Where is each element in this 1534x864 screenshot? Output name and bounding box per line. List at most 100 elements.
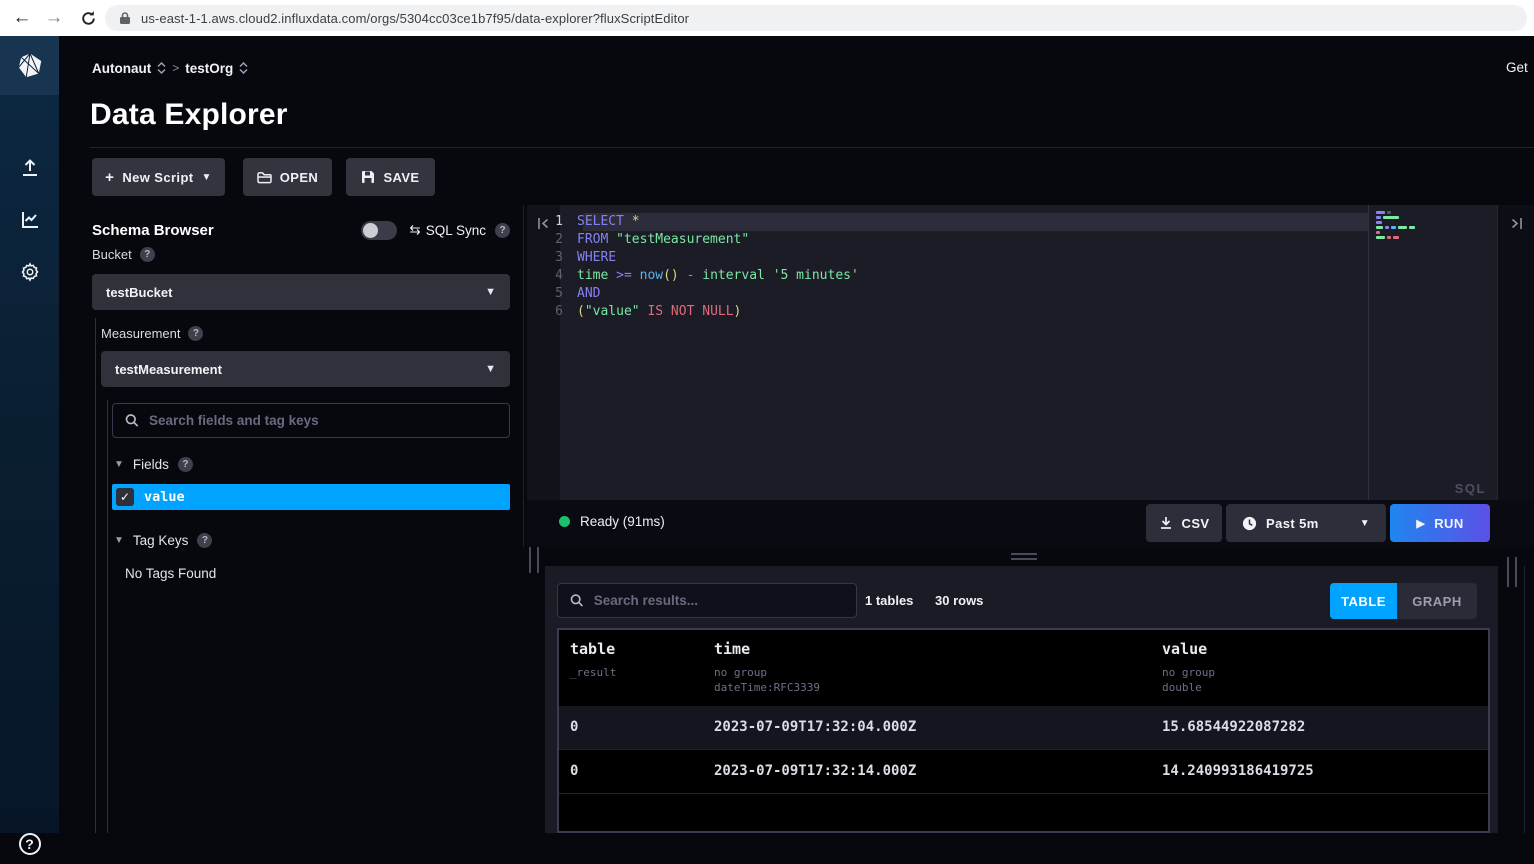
code-text: SELECT * [577, 213, 640, 231]
editor-status-bar: Ready (91ms) CSV Past 5m ▼ ▶ RUN [527, 500, 1534, 547]
time-range-dropdown[interactable]: Past 5m ▼ [1226, 504, 1386, 542]
results-search-input[interactable] [594, 593, 844, 608]
editor-right-strip [1497, 205, 1534, 500]
column-meta: dateTime:RFC3339 [714, 680, 820, 695]
promo-text[interactable]: Get [1506, 60, 1528, 75]
address-bar[interactable]: us-east-1-1.aws.cloud2.influxdata.com/or… [105, 5, 1527, 31]
sql-editor[interactable]: 1SELECT *2FROM "testMeasurement"3WHERE4t… [527, 205, 1534, 500]
minimap[interactable] [1376, 211, 1420, 239]
results-splitter[interactable] [527, 547, 1534, 566]
code-text: ("value" IS NOT NULL) [577, 303, 741, 321]
sql-sync-help-icon[interactable]: ? [495, 223, 510, 238]
no-tags-found-text: No Tags Found [125, 566, 216, 581]
bucket-help-icon[interactable]: ? [140, 247, 155, 262]
refresh-button[interactable] [74, 4, 102, 32]
influxdb-logo-button[interactable] [0, 36, 59, 95]
code-line[interactable]: 3WHERE [527, 249, 1368, 267]
clock-icon [1242, 516, 1257, 531]
bucket-value: testBucket [106, 285, 172, 300]
query-status: Ready (91ms) [559, 514, 665, 529]
table-cell: 0 [570, 763, 578, 779]
field-item-value[interactable]: ✓ value [112, 484, 510, 510]
bucket-label: Bucket [92, 247, 132, 262]
browser-chrome: ← → us-east-1-1.aws.cloud2.influxdata.co… [0, 0, 1534, 36]
app-root: ? Autonaut > testOrg Get Data Explorer +… [0, 36, 1534, 833]
nav-item-settings[interactable] [0, 252, 59, 292]
help-button[interactable]: ? [0, 824, 59, 864]
schema-search[interactable] [112, 403, 510, 438]
question-mark-icon: ? [19, 833, 41, 855]
column-header: table_result [570, 640, 616, 680]
save-icon [361, 170, 375, 184]
measurement-dropdown[interactable]: testMeasurement ▼ [101, 351, 510, 387]
sql-sync-label: SQL Sync [426, 223, 486, 238]
rows-count: 30 rows [935, 593, 983, 608]
new-script-label: New Script [122, 170, 193, 185]
breadcrumb-org[interactable]: Autonaut [92, 61, 151, 76]
vertical-drag-handle-right[interactable] [1507, 557, 1517, 587]
save-button[interactable]: SAVE [346, 158, 435, 196]
nav-item-data-explorer[interactable] [0, 200, 59, 240]
page-title: Data Explorer [90, 98, 288, 132]
breadcrumb-project[interactable]: testOrg [185, 61, 233, 76]
measurement-help-icon[interactable]: ? [188, 326, 203, 341]
url-text: us-east-1-1.aws.cloud2.influxdata.com/or… [141, 11, 689, 26]
fields-help-icon[interactable]: ? [178, 457, 193, 472]
line-number: 1 [527, 213, 577, 231]
results-panel: 1 tables 30 rows TABLE GRAPH table_resul… [545, 566, 1498, 833]
table-row[interactable]: 02023-07-09T17:32:04.000Z15.685449220872… [559, 706, 1488, 750]
back-button[interactable]: ← [8, 4, 36, 32]
ready-text: Ready (91ms) [580, 514, 665, 529]
table-cell: 2023-07-09T17:32:04.000Z [714, 719, 916, 735]
fields-section-header[interactable]: ▼ Fields ? [114, 457, 193, 472]
code-line[interactable]: 4time >= now() - interval '5 minutes' [527, 267, 1368, 285]
indent-guide [95, 318, 96, 833]
left-nav-sidebar: ? [0, 36, 59, 833]
schema-search-input[interactable] [149, 413, 497, 428]
horizontal-drag-handle[interactable] [1011, 553, 1037, 560]
code-lines: 1SELECT *2FROM "testMeasurement"3WHERE4t… [527, 213, 1368, 321]
nav-item-upload[interactable] [0, 148, 59, 188]
run-query-button[interactable]: ▶ RUN [1390, 504, 1490, 542]
project-switcher-icon[interactable] [239, 62, 248, 74]
new-script-button[interactable]: + New Script ▼ [92, 158, 225, 196]
code-text: time >= now() - interval '5 minutes' [577, 267, 859, 285]
checkbox-checked-icon[interactable]: ✓ [116, 488, 134, 506]
tag-keys-section-header[interactable]: ▼ Tag Keys ? [114, 533, 212, 548]
csv-download-button[interactable]: CSV [1146, 504, 1222, 542]
column-meta: no group [1162, 665, 1215, 680]
view-toggle: TABLE GRAPH [1330, 583, 1477, 619]
indent-guide [107, 400, 108, 833]
results-table-header: table_resulttimeno groupdateTime:RFC3339… [559, 630, 1488, 706]
code-line[interactable]: 6("value" IS NOT NULL) [527, 303, 1368, 321]
expand-right-icon[interactable] [1506, 213, 1526, 233]
triangle-down-icon: ▼ [114, 535, 124, 546]
tab-table[interactable]: TABLE [1330, 583, 1397, 619]
open-button[interactable]: OPEN [243, 158, 332, 196]
chevron-down-icon: ▼ [485, 363, 496, 375]
influxdb-cube-icon [15, 51, 45, 81]
tab-graph[interactable]: GRAPH [1397, 583, 1477, 619]
table-cell: 0 [570, 719, 578, 735]
breadcrumb-separator: > [172, 61, 179, 75]
org-switcher-icon[interactable] [157, 62, 166, 74]
folder-icon [257, 171, 272, 184]
plus-icon: + [105, 169, 114, 186]
forward-button[interactable]: → [40, 4, 68, 32]
code-line[interactable]: 1SELECT * [527, 213, 1368, 231]
code-line[interactable]: 2FROM "testMeasurement" [527, 231, 1368, 249]
tag-keys-help-icon[interactable]: ? [197, 533, 212, 548]
sql-sync-toggle[interactable] [361, 221, 397, 240]
bucket-dropdown[interactable]: testBucket ▼ [92, 274, 510, 310]
code-line[interactable]: 5AND [527, 285, 1368, 303]
table-row[interactable]: 02023-07-09T17:32:14.000Z14.240993186419… [559, 750, 1488, 794]
download-icon [1159, 516, 1173, 530]
measurement-value: testMeasurement [115, 362, 222, 377]
code-text: AND [577, 285, 600, 303]
line-number: 5 [527, 285, 577, 303]
results-search[interactable] [557, 583, 857, 618]
code-text: WHERE [577, 249, 616, 267]
line-number: 2 [527, 231, 577, 249]
save-label: SAVE [383, 170, 419, 185]
search-icon [570, 593, 584, 608]
